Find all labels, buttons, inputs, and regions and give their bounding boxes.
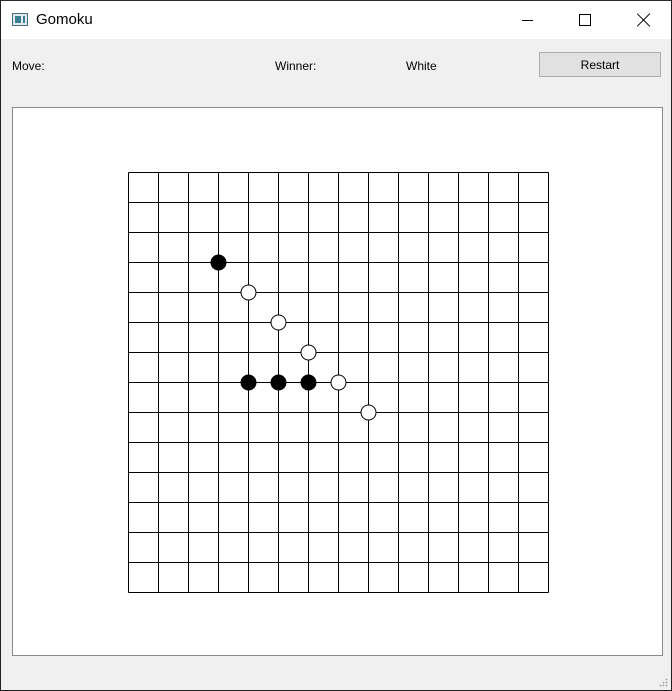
app-window-icon [12, 13, 28, 26]
close-icon [637, 13, 651, 27]
resize-grip-icon[interactable] [658, 677, 668, 687]
white-stone [240, 284, 257, 301]
black-stone [240, 374, 257, 391]
maximize-icon [579, 14, 591, 26]
white-stone [330, 374, 347, 391]
white-stone [360, 404, 377, 421]
restart-button[interactable]: Restart [539, 52, 661, 77]
minimize-button[interactable] [504, 1, 550, 39]
gomoku-window: Gomoku Move: Winner: White Restart [0, 0, 672, 691]
window-title: Gomoku [36, 11, 93, 28]
black-stone [300, 374, 317, 391]
gomoku-board[interactable] [13, 108, 662, 655]
white-stone [270, 314, 287, 331]
minimize-icon [521, 19, 533, 21]
close-button[interactable] [621, 1, 667, 39]
title-bar[interactable]: Gomoku [1, 1, 671, 39]
black-stone [270, 374, 287, 391]
move-label: Move: [12, 59, 45, 73]
board-area[interactable] [12, 107, 663, 656]
winner-value: White [406, 59, 437, 73]
winner-label: Winner: [275, 59, 317, 73]
maximize-button[interactable] [562, 1, 608, 39]
white-stone [300, 344, 317, 361]
black-stone [210, 254, 227, 271]
